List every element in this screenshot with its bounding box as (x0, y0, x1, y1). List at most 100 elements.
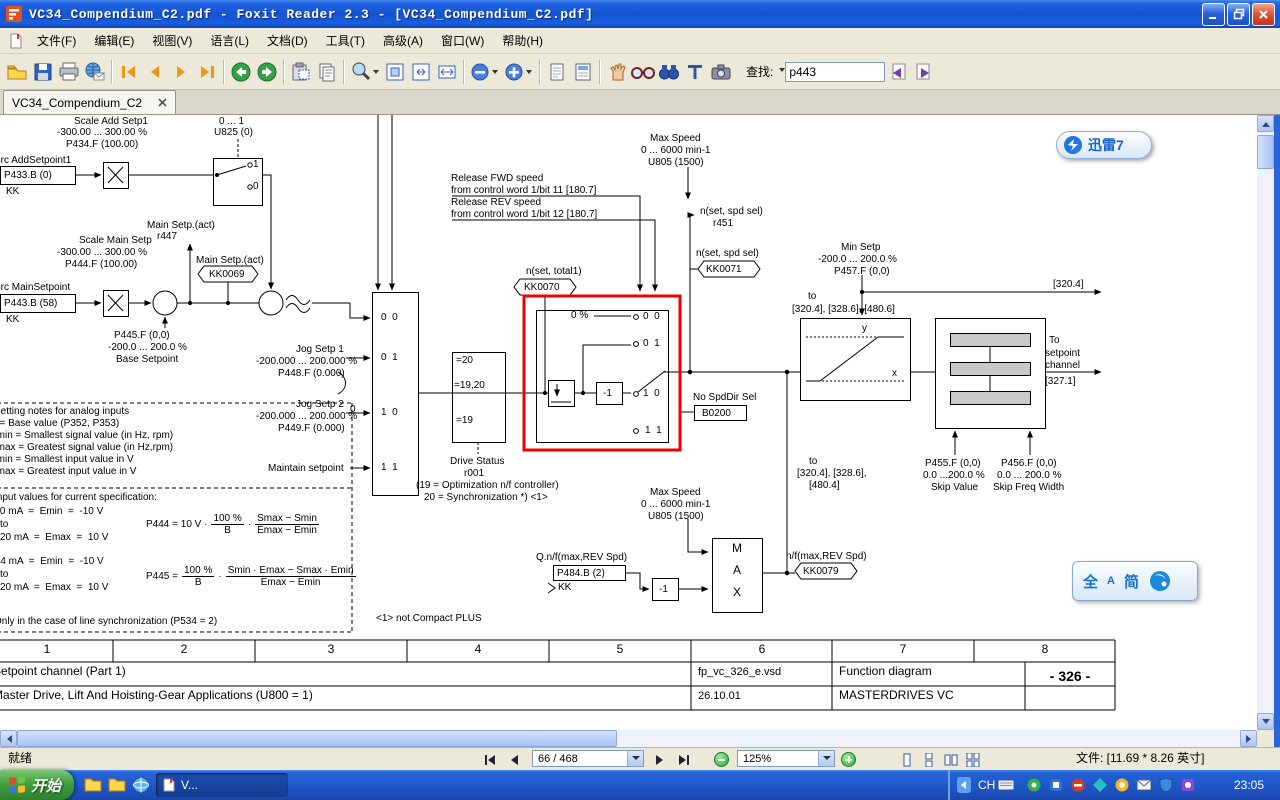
next-page-button[interactable] (168, 59, 194, 85)
fit-page-button[interactable] (408, 59, 434, 85)
combo-caret[interactable] (627, 751, 643, 766)
email-button[interactable] (82, 59, 108, 85)
menu-help[interactable]: 帮助(H) (493, 28, 552, 53)
zoom-in-button[interactable] (841, 752, 856, 767)
tray-icon[interactable] (1136, 777, 1152, 793)
search-button[interactable] (656, 59, 682, 85)
zoom-out-button[interactable] (714, 752, 729, 767)
status-next-page-button[interactable] (650, 751, 670, 768)
snapshot-camera-button[interactable] (708, 59, 734, 85)
diagram-label: 0/20 mA = Emin = -10 V (0, 506, 104, 517)
tray-icon[interactable] (1070, 777, 1086, 793)
menu-file[interactable]: 文件(F) (28, 28, 85, 53)
menu-window[interactable]: 窗口(W) (432, 28, 493, 53)
scroll-up-button[interactable] (1257, 115, 1274, 132)
snapshot-button[interactable] (288, 59, 314, 85)
clipboard-button[interactable] (314, 59, 340, 85)
open-button[interactable] (4, 59, 30, 85)
quick-launch-folder[interactable] (82, 774, 104, 796)
single-page-layout-button[interactable] (898, 751, 916, 768)
zoom-in-button[interactable] (502, 59, 536, 85)
tray-icon[interactable] (1158, 777, 1174, 793)
facing-layout-button[interactable] (942, 751, 960, 768)
find-input[interactable] (785, 61, 886, 82)
scroll-left-button[interactable] (0, 730, 17, 747)
go-back-button[interactable] (228, 59, 254, 85)
thunder-floating-badge[interactable]: 迅雷7 (1056, 131, 1152, 159)
single-page-icon (903, 753, 911, 766)
toolbar-separator (463, 59, 465, 84)
page-number-combo[interactable]: 66 / 468 (532, 750, 644, 767)
menu-edit[interactable]: 编辑(E) (85, 28, 143, 53)
text-tool-button[interactable] (682, 59, 708, 85)
tray-collapse-button[interactable] (956, 777, 972, 793)
restore-button[interactable] (1227, 2, 1250, 26)
title-bar: VC34_Compendium_C2.pdf - Foxit Reader 2.… (0, 0, 1280, 28)
fit-width-button[interactable] (434, 59, 460, 85)
continuous-layout-button[interactable] (920, 751, 938, 768)
zoom-tool-button[interactable] (348, 59, 382, 85)
prev-page-button[interactable] (142, 59, 168, 85)
horizontal-scroll-thumb[interactable] (17, 730, 617, 747)
minimize-button[interactable] (1202, 2, 1225, 26)
menu-view[interactable]: 视图(V) (143, 28, 201, 53)
keyboard-indicator-icon[interactable] (998, 777, 1014, 793)
minimize-icon (1209, 16, 1216, 19)
taskbar-window-button[interactable]: V... (156, 773, 288, 797)
table-cell: Setpoint channel (Part 1) (0, 664, 126, 678)
diagram-label: P456.F (0,0) (1001, 458, 1057, 469)
print-button[interactable] (56, 59, 82, 85)
input-method-bar[interactable]: 全 A 简 (1072, 561, 1198, 601)
scroll-right-button[interactable] (1240, 730, 1257, 747)
diagram-label: Smax = Greatest signal value (in Hz,rpm) (0, 442, 174, 453)
tray-icon[interactable] (1180, 777, 1196, 793)
ime-logo-icon[interactable] (1148, 569, 1172, 593)
start-button[interactable]: 开始 (0, 770, 74, 800)
status-last-page-button[interactable] (674, 751, 694, 768)
scroll-down-button[interactable] (1257, 713, 1274, 730)
vertical-scrollbar[interactable] (1257, 115, 1274, 730)
tab-vc34-compendium[interactable]: VC34_Compendium_C2 (3, 90, 177, 114)
ime-language-indicator[interactable]: CH (978, 778, 995, 792)
tray-icon[interactable] (1114, 777, 1130, 793)
tray-icon[interactable] (1048, 777, 1064, 793)
status-prev-page-button[interactable] (504, 751, 524, 768)
hand-tool-button[interactable] (604, 59, 630, 85)
zoom-out-button[interactable] (468, 59, 502, 85)
continuous-facing-layout-button[interactable] (964, 751, 982, 768)
close-button[interactable] (1252, 2, 1275, 26)
ime-simplified-toggle[interactable]: 简 (1124, 571, 1139, 592)
menu-document[interactable]: 文档(D) (258, 28, 317, 53)
horizontal-scrollbar[interactable] (0, 730, 1257, 747)
last-page-button[interactable] (194, 59, 220, 85)
find-previous-button[interactable] (885, 59, 911, 85)
single-page-view-button[interactable] (544, 59, 570, 85)
loupe-tool-button[interactable] (630, 59, 656, 85)
tray-icon[interactable] (1026, 777, 1042, 793)
ime-mode-letter[interactable]: A (1107, 575, 1115, 587)
actual-size-button[interactable] (382, 59, 408, 85)
vertical-scroll-thumb[interactable] (1257, 135, 1274, 169)
document-page[interactable]: Scale Add Setp1 -300.00 ... 300.00 % P43… (0, 115, 1257, 730)
layout-icon (575, 63, 591, 80)
reading-layout-button[interactable] (570, 59, 596, 85)
connector-label: KK0070 (524, 282, 560, 293)
tab-close-icon[interactable] (158, 98, 167, 107)
tray-icon[interactable] (1092, 777, 1108, 793)
menu-tools[interactable]: 工具(T) (317, 28, 374, 53)
ime-fullwidth-toggle[interactable]: 全 (1083, 571, 1098, 592)
menu-language[interactable]: 语言(L) (201, 28, 258, 53)
quick-launch-browser[interactable] (130, 774, 152, 796)
first-page-button[interactable] (116, 59, 142, 85)
combo-caret[interactable] (818, 751, 834, 766)
diagram-label: [320.4], [328.6], [480.6] (792, 304, 895, 315)
save-button[interactable] (30, 59, 56, 85)
diagram-label: Release REV speed (451, 197, 542, 208)
zoom-combo[interactable]: 125% (737, 750, 835, 767)
clock[interactable]: 23:05 (1234, 778, 1264, 792)
menu-advanced[interactable]: 高级(A) (374, 28, 432, 53)
quick-launch-folder-2[interactable] (106, 774, 128, 796)
go-forward-button[interactable] (254, 59, 280, 85)
find-next-button[interactable] (911, 59, 937, 85)
status-first-page-button[interactable] (480, 751, 500, 768)
